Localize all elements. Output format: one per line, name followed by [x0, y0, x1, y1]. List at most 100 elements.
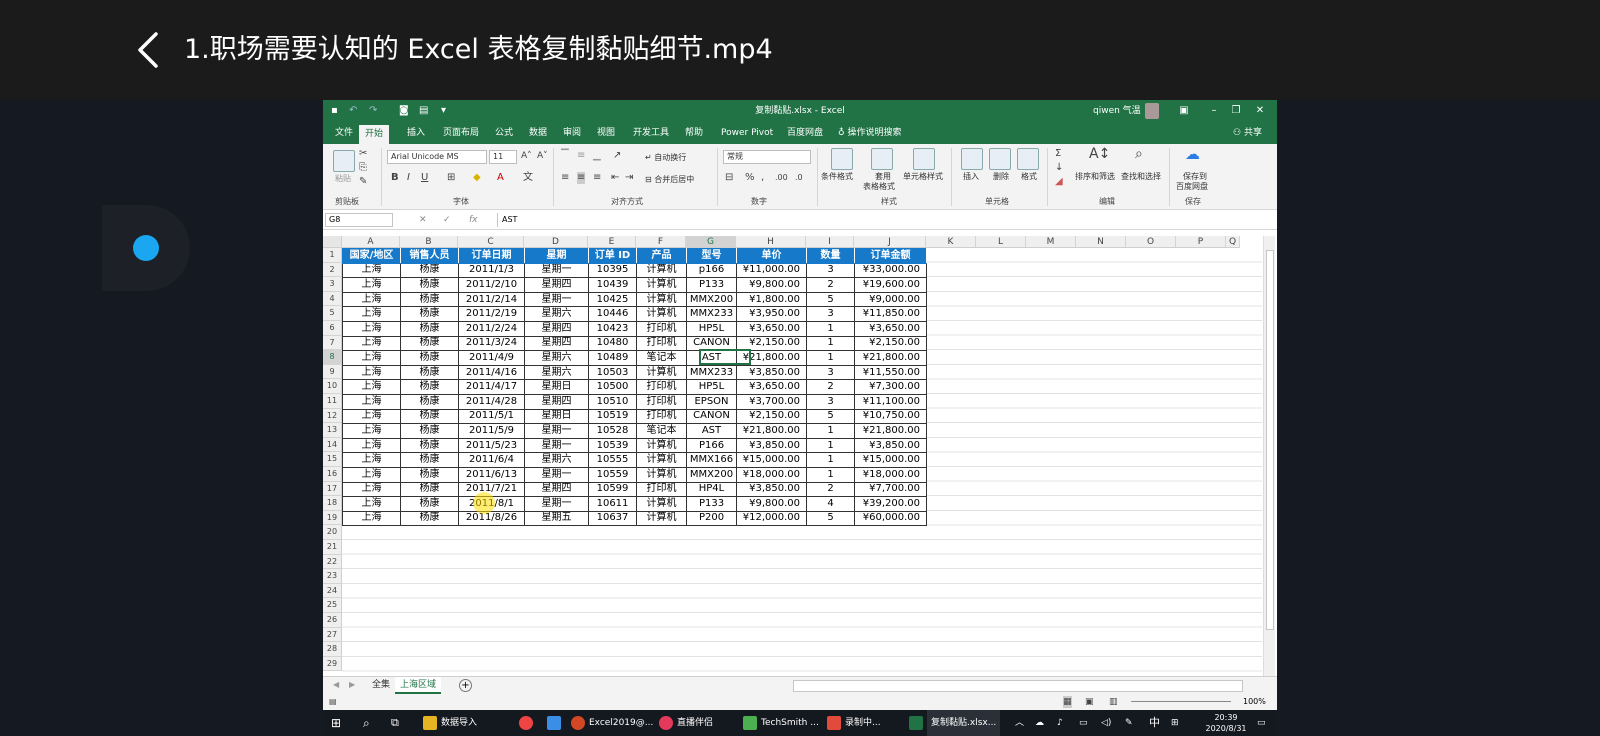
paste-icon[interactable]: [333, 150, 355, 172]
add-sheet-icon[interactable]: +: [459, 679, 472, 692]
table-cell[interactable]: 打印机: [636, 393, 687, 410]
table-cell[interactable]: ¥3,850.00: [736, 481, 807, 498]
decrease-font-icon[interactable]: A˅: [537, 150, 548, 162]
row-header-26[interactable]: 26: [323, 613, 342, 628]
table-cell[interactable]: p166: [686, 262, 737, 279]
table-cell[interactable]: 笔记本: [636, 350, 687, 366]
table-cell[interactable]: P166: [686, 437, 737, 454]
table-cell[interactable]: HP5L: [686, 320, 737, 337]
table-cell[interactable]: 杨康: [400, 320, 459, 337]
tell-me-search[interactable]: ♁ 操作说明搜索: [838, 126, 901, 140]
table-cell[interactable]: ¥3,700.00: [736, 393, 807, 410]
tab-review[interactable]: 审阅: [563, 126, 581, 144]
row-header-23[interactable]: 23: [323, 569, 342, 584]
table-cell[interactable]: ¥11,550.00: [854, 364, 927, 381]
feishu-icon[interactable]: [547, 716, 561, 730]
table-cell[interactable]: 杨康: [400, 262, 459, 279]
table-cell[interactable]: 2011/2/10: [458, 277, 525, 293]
search-icon[interactable]: ⌕: [363, 710, 370, 736]
column-header-q[interactable]: Q: [1226, 236, 1240, 248]
table-cell[interactable]: 1: [806, 452, 855, 468]
table-cell[interactable]: 10425: [588, 291, 637, 308]
table-cell[interactable]: 2011/2/14: [458, 291, 525, 308]
table-cell[interactable]: 计算机: [636, 452, 687, 468]
format-as-table-icon[interactable]: [871, 148, 893, 170]
table-cell[interactable]: 计算机: [636, 291, 687, 308]
font-name-select[interactable]: Arial Unicode MS: [387, 150, 487, 164]
table-cell[interactable]: ¥15,000.00: [736, 452, 807, 468]
table-cell[interactable]: 上海: [342, 277, 401, 293]
taskbar-item-data-import[interactable]: 数据导入: [441, 710, 477, 736]
table-cell[interactable]: CANON: [686, 408, 737, 425]
table-cell[interactable]: 星期六: [524, 350, 589, 366]
insert-cells-button[interactable]: 插入: [963, 172, 979, 182]
row-header-29[interactable]: 29: [323, 656, 342, 672]
align-top-icon[interactable]: ▔: [561, 150, 569, 162]
table-cell[interactable]: ¥21,800.00: [736, 423, 807, 439]
next-sheet-icon[interactable]: ▶: [349, 679, 355, 691]
format-cells-icon[interactable]: [1017, 148, 1039, 170]
sort-filter-button[interactable]: 排序和筛选: [1075, 172, 1115, 182]
table-cell[interactable]: 打印机: [636, 379, 687, 395]
network-icon[interactable]: ▭: [1079, 710, 1088, 736]
table-cell[interactable]: 星期一: [524, 423, 589, 439]
table-cell[interactable]: 2011/2/19: [458, 306, 525, 322]
enter-icon[interactable]: ✓: [443, 213, 451, 227]
font-size-select[interactable]: 11: [489, 150, 517, 164]
currency-icon[interactable]: ⊟: [725, 172, 733, 184]
column-header-b[interactable]: B: [400, 236, 458, 248]
row-header-22[interactable]: 22: [323, 554, 342, 570]
table-cell[interactable]: 计算机: [636, 364, 687, 381]
table-cell[interactable]: ¥9,000.00: [854, 291, 927, 308]
vertical-scrollbar[interactable]: [1263, 236, 1275, 676]
macro-record-icon[interactable]: ▤: [329, 696, 337, 708]
table-cell[interactable]: ¥18,000.00: [736, 466, 807, 483]
row-header-8[interactable]: 8: [323, 350, 342, 365]
table-cell[interactable]: EPSON: [686, 393, 737, 410]
align-middle-icon[interactable]: ≡: [577, 150, 585, 162]
table-cell[interactable]: 4: [806, 496, 855, 512]
table-cell[interactable]: AST: [686, 350, 737, 366]
table-cell[interactable]: ¥2,150.00: [854, 335, 927, 352]
table-cell[interactable]: 1: [806, 466, 855, 483]
row-header-10[interactable]: 10: [323, 379, 342, 394]
table-header-cell[interactable]: 单价: [736, 248, 807, 264]
tab-power-pivot[interactable]: Power Pivot: [721, 126, 773, 144]
row-header-18[interactable]: 18: [323, 496, 342, 511]
page-layout-view-icon[interactable]: ▣: [1085, 696, 1094, 708]
table-cell[interactable]: MMX233: [686, 364, 737, 381]
row-header-25[interactable]: 25: [323, 598, 342, 613]
avatar[interactable]: [1145, 103, 1159, 119]
table-header-cell[interactable]: 产品: [636, 248, 687, 264]
minimize-icon[interactable]: –: [1207, 104, 1221, 118]
row-header-1[interactable]: 1: [323, 248, 342, 263]
table-cell[interactable]: 星期一: [524, 291, 589, 308]
sheet-tab-all[interactable]: 全集: [367, 677, 395, 694]
delete-cells-button[interactable]: 删除: [993, 172, 1009, 182]
table-cell[interactable]: 3: [806, 262, 855, 279]
row-header-7[interactable]: 7: [323, 335, 342, 351]
delete-cells-icon[interactable]: [989, 148, 1011, 170]
table-cell[interactable]: 星期一: [524, 437, 589, 454]
table-cell[interactable]: 上海: [342, 452, 401, 468]
table-cell[interactable]: 杨康: [400, 423, 459, 439]
table-cell[interactable]: 10439: [588, 277, 637, 293]
table-cell[interactable]: 杨康: [400, 496, 459, 512]
table-cell[interactable]: 杨康: [400, 364, 459, 381]
tab-help[interactable]: 帮助: [685, 126, 703, 144]
taskbar-item-excel2019[interactable]: Excel2019@...: [589, 710, 653, 736]
insert-cells-icon[interactable]: [961, 148, 983, 170]
table-cell[interactable]: 10555: [588, 452, 637, 468]
table-cell[interactable]: ¥21,800.00: [854, 423, 927, 439]
outdent-icon[interactable]: ⇥: [625, 172, 633, 184]
table-cell[interactable]: 星期五: [524, 510, 589, 527]
onedrive-icon[interactable]: ☁: [1035, 710, 1044, 736]
table-cell[interactable]: 计算机: [636, 306, 687, 322]
row-header-15[interactable]: 15: [323, 452, 342, 467]
align-right-icon[interactable]: ≡: [593, 172, 601, 184]
table-cell[interactable]: 星期四: [524, 335, 589, 352]
office-icon[interactable]: [571, 716, 585, 730]
excel-icon[interactable]: [909, 716, 923, 730]
indent-icon[interactable]: ⇤: [611, 172, 619, 184]
task-view-icon[interactable]: ⧉: [391, 710, 399, 736]
